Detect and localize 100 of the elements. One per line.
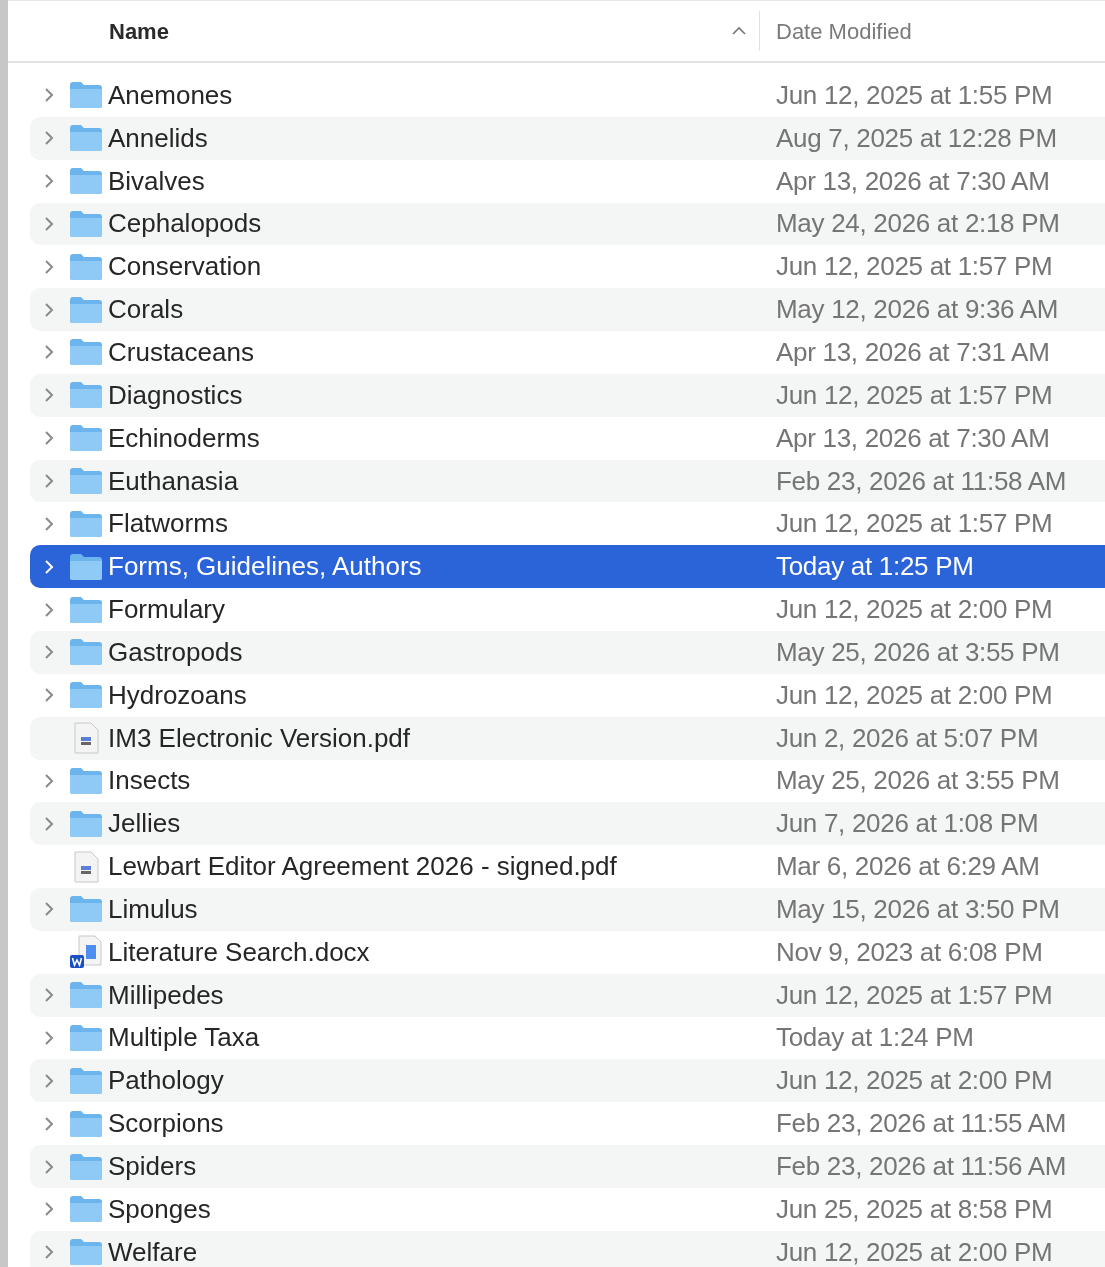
file-list-row[interactable]: Gastropods May 25, 2026 at 3:55 PM bbox=[30, 630, 1105, 674]
date-modified: Jun 12, 2025 at 1:55 PM bbox=[776, 78, 1053, 112]
file-name: Gastropods bbox=[108, 635, 244, 669]
file-list-row[interactable]: Spiders Feb 23, 2026 at 11:56 AM bbox=[30, 1145, 1105, 1188]
date-modified: Jun 12, 2025 at 1:57 PM bbox=[776, 250, 1053, 284]
disclosure-chevron-icon[interactable] bbox=[44, 473, 54, 489]
disclosure-chevron-icon[interactable] bbox=[44, 1201, 54, 1218]
folder-icon bbox=[69, 595, 103, 624]
folder-icon bbox=[69, 1066, 103, 1095]
date-modified: Nov 9, 2023 at 6:08 PM bbox=[776, 935, 1043, 969]
disclosure-chevron-icon[interactable] bbox=[44, 901, 54, 918]
file-name: Formulary bbox=[108, 593, 226, 627]
disclosure-chevron-icon[interactable] bbox=[44, 215, 54, 232]
file-list-row[interactable]: Forms, Guidelines, Authors Today at 1:25 PM bbox=[30, 545, 1105, 589]
pdf-document-icon bbox=[72, 850, 100, 883]
file-list-row[interactable]: Jellies Jun 7, 2026 at 1:08 PM bbox=[30, 802, 1105, 846]
date-modified: Jun 12, 2025 at 2:00 PM bbox=[776, 593, 1053, 627]
date-modified: Feb 23, 2026 at 11:55 AM bbox=[776, 1107, 1067, 1141]
date-modified: Jun 7, 2026 at 1:08 PM bbox=[776, 807, 1039, 841]
date-modified: May 24, 2026 at 2:18 PM bbox=[776, 207, 1060, 241]
disclosure-chevron-icon[interactable] bbox=[44, 1244, 54, 1261]
file-list-row[interactable]: IM3 Electronic Version.pdf Jun 2, 2026 at 5:07 PM bbox=[30, 716, 1105, 760]
disclosure-chevron-icon[interactable] bbox=[44, 430, 54, 447]
file-list-row[interactable]: Annelids Aug 7, 2025 at 12:28 PM bbox=[30, 116, 1105, 160]
file-name: Annelids bbox=[108, 121, 209, 155]
file-name: Flatworms bbox=[108, 507, 229, 541]
date-modified: Feb 23, 2026 at 11:58 AM bbox=[776, 464, 1067, 498]
disclosure-chevron-icon[interactable] bbox=[44, 1030, 54, 1046]
file-name: Hydrozoans bbox=[108, 678, 248, 712]
folder-icon bbox=[69, 124, 103, 153]
file-name: Lewbart Editor Agreement 2026 - signed.pdf bbox=[108, 850, 618, 884]
file-name: Anemones bbox=[108, 78, 234, 112]
date-modified: May 15, 2026 at 3:50 PM bbox=[776, 892, 1060, 926]
disclosure-chevron-icon[interactable] bbox=[44, 815, 54, 832]
disclosure-chevron-icon[interactable] bbox=[44, 387, 54, 404]
folder-icon bbox=[69, 895, 103, 924]
date-modified: Apr 13, 2026 at 7:30 AM bbox=[776, 164, 1050, 198]
file-name: Sponges bbox=[108, 1192, 212, 1226]
folder-icon bbox=[69, 252, 103, 281]
folder-icon bbox=[69, 766, 103, 795]
folder-icon bbox=[69, 1238, 103, 1267]
file-name: Forms, Guidelines, Authors bbox=[108, 550, 423, 584]
disclosure-chevron-icon[interactable] bbox=[44, 601, 54, 618]
date-modified: May 25, 2026 at 3:55 PM bbox=[776, 635, 1060, 669]
disclosure-chevron-icon[interactable] bbox=[44, 1158, 54, 1175]
disclosure-chevron-icon[interactable] bbox=[44, 130, 54, 147]
folder-icon bbox=[69, 167, 103, 196]
name-column-header[interactable]: Name bbox=[109, 1, 759, 61]
file-name: Jellies bbox=[108, 807, 182, 841]
file-name: Literature Search.docx bbox=[108, 935, 371, 969]
disclosure-chevron-icon[interactable] bbox=[44, 344, 54, 361]
disclosure-chevron-icon[interactable] bbox=[44, 173, 54, 190]
word-document-icon bbox=[69, 935, 103, 970]
file-list-row[interactable]: Limulus May 15, 2026 at 3:50 PM bbox=[30, 888, 1105, 931]
folder-icon bbox=[69, 381, 103, 410]
file-list-row[interactable]: Welfare Jun 12, 2025 at 2:00 PM bbox=[30, 1230, 1105, 1267]
folder-icon bbox=[69, 81, 103, 110]
file-name: Euthanasia bbox=[108, 464, 240, 498]
folder-icon bbox=[69, 1152, 103, 1181]
date-modified: Today at 1:24 PM bbox=[776, 1021, 974, 1055]
file-name: IM3 Electronic Version.pdf bbox=[108, 721, 412, 755]
file-name: Pathology bbox=[108, 1064, 225, 1098]
disclosure-chevron-icon[interactable] bbox=[44, 1072, 54, 1089]
date-modified: Feb 23, 2026 at 11:56 AM bbox=[776, 1150, 1067, 1183]
disclosure-chevron-icon[interactable] bbox=[44, 515, 54, 532]
disclosure-chevron-icon[interactable] bbox=[44, 87, 54, 104]
pdf-document-icon bbox=[72, 722, 100, 755]
disclosure-chevron-icon[interactable] bbox=[44, 687, 54, 704]
disclosure-chevron-icon[interactable] bbox=[44, 772, 54, 789]
date-modified: Apr 13, 2026 at 7:31 AM bbox=[776, 336, 1050, 369]
date-modified: Jun 12, 2025 at 1:57 PM bbox=[776, 978, 1053, 1012]
date-modified: Today at 1:25 PM bbox=[776, 550, 974, 584]
disclosure-chevron-icon[interactable] bbox=[44, 644, 54, 661]
file-list-row[interactable]: Pathology Jun 12, 2025 at 2:00 PM bbox=[30, 1059, 1105, 1103]
folder-icon bbox=[69, 1024, 103, 1052]
file-name: Welfare bbox=[108, 1235, 199, 1267]
date-modified: Jun 12, 2025 at 2:00 PM bbox=[776, 1064, 1053, 1098]
file-name: Insects bbox=[108, 764, 192, 798]
folder-icon bbox=[69, 552, 103, 581]
folder-icon bbox=[69, 509, 103, 538]
file-list-row[interactable]: Cephalopods May 24, 2026 at 2:18 PM bbox=[30, 202, 1105, 246]
file-list-row[interactable]: Diagnostics Jun 12, 2025 at 1:57 PM bbox=[30, 373, 1105, 417]
file-name: Corals bbox=[108, 293, 185, 327]
file-list-row[interactable]: Euthanasia Feb 23, 2026 at 11:58 AM bbox=[30, 459, 1105, 503]
date-column-header[interactable]: Date Modified bbox=[760, 1, 912, 61]
file-name: Crustaceans bbox=[108, 336, 255, 369]
date-modified: Jun 12, 2025 at 1:57 PM bbox=[776, 507, 1053, 541]
date-modified: Aug 7, 2025 at 12:28 PM bbox=[776, 121, 1057, 155]
folder-icon bbox=[69, 981, 103, 1010]
folder-icon bbox=[69, 209, 103, 238]
disclosure-chevron-icon[interactable] bbox=[44, 301, 54, 318]
date-modified: Jun 25, 2025 at 8:58 PM bbox=[776, 1192, 1053, 1226]
file-name: Millipedes bbox=[108, 978, 225, 1012]
file-list-row[interactable]: Millipedes Jun 12, 2025 at 1:57 PM bbox=[30, 973, 1105, 1017]
folder-icon bbox=[69, 1195, 103, 1224]
date-modified: Jun 2, 2026 at 5:07 PM bbox=[776, 721, 1039, 755]
disclosure-chevron-icon[interactable] bbox=[44, 258, 54, 275]
disclosure-chevron-icon[interactable] bbox=[44, 1115, 54, 1132]
file-list-row[interactable]: Corals May 12, 2026 at 9:36 AM bbox=[30, 288, 1105, 332]
disclosure-chevron-icon[interactable] bbox=[44, 987, 54, 1004]
